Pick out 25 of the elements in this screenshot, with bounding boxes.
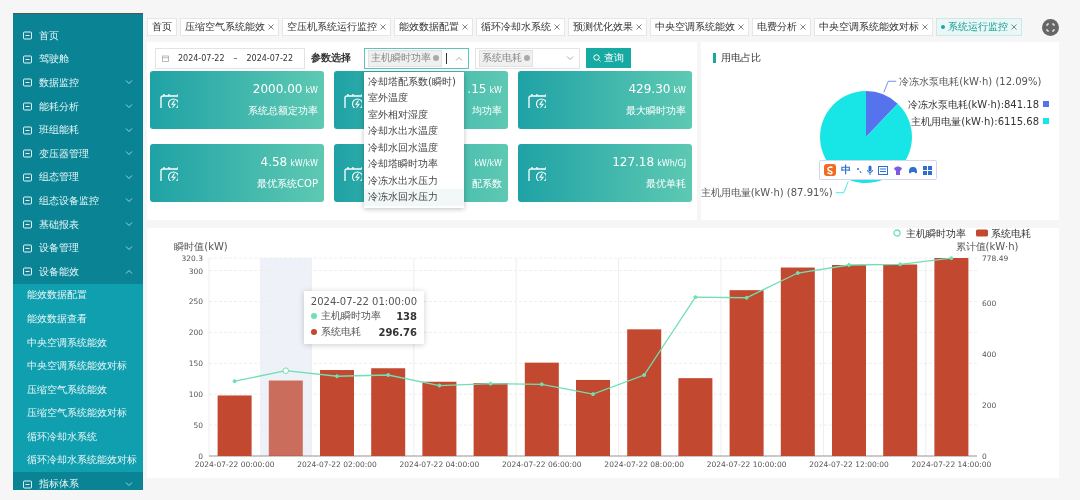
panel-title: 用电占比	[721, 51, 761, 65]
tooltip-series-name: 主机瞬时功率	[320, 309, 382, 323]
param-label: 参数选择	[311, 51, 352, 65]
stat-value: 429.30 kW	[628, 82, 686, 96]
stat-label: 最优系统COP	[257, 177, 318, 191]
stat-label: 最大瞬时功率	[626, 104, 686, 118]
legend-label: 主机用电量(kW·h):6115.68	[911, 115, 1039, 127]
stat-value: .15 kW	[467, 82, 502, 96]
slice-label: 主机用电量(kW·h) (87.91%)	[701, 187, 833, 199]
tooltip-title: 2024-07-22 01:00:00	[310, 296, 417, 307]
axis-title: 瞬时值(kW)	[174, 241, 228, 252]
stat-label: 系统总额定功率	[248, 104, 318, 118]
stat-value: 2000.00 kW	[252, 82, 318, 96]
stat-label: 均功率	[472, 104, 502, 118]
stat-value: 127.18 kWh/GJ	[612, 155, 686, 169]
axis-title: 累计值(kW·h)	[955, 241, 1019, 252]
stat-value: kW/kW	[473, 158, 502, 169]
stat-label: 配系数	[472, 177, 502, 191]
slice-label: 冷冻水泵电耗(kW·h) (12.09%)	[899, 75, 1042, 87]
stat-value: 4.58 kW/kW	[260, 155, 318, 169]
legend-label: 冷冻水泵电耗(kW·h):841.18	[907, 98, 1039, 110]
tooltip-value: 138	[396, 310, 417, 322]
tooltip-series-name: 系统电耗	[320, 325, 362, 339]
tooltip-value: 296.76	[378, 326, 417, 338]
stat-label: 最优单耗	[646, 177, 686, 191]
